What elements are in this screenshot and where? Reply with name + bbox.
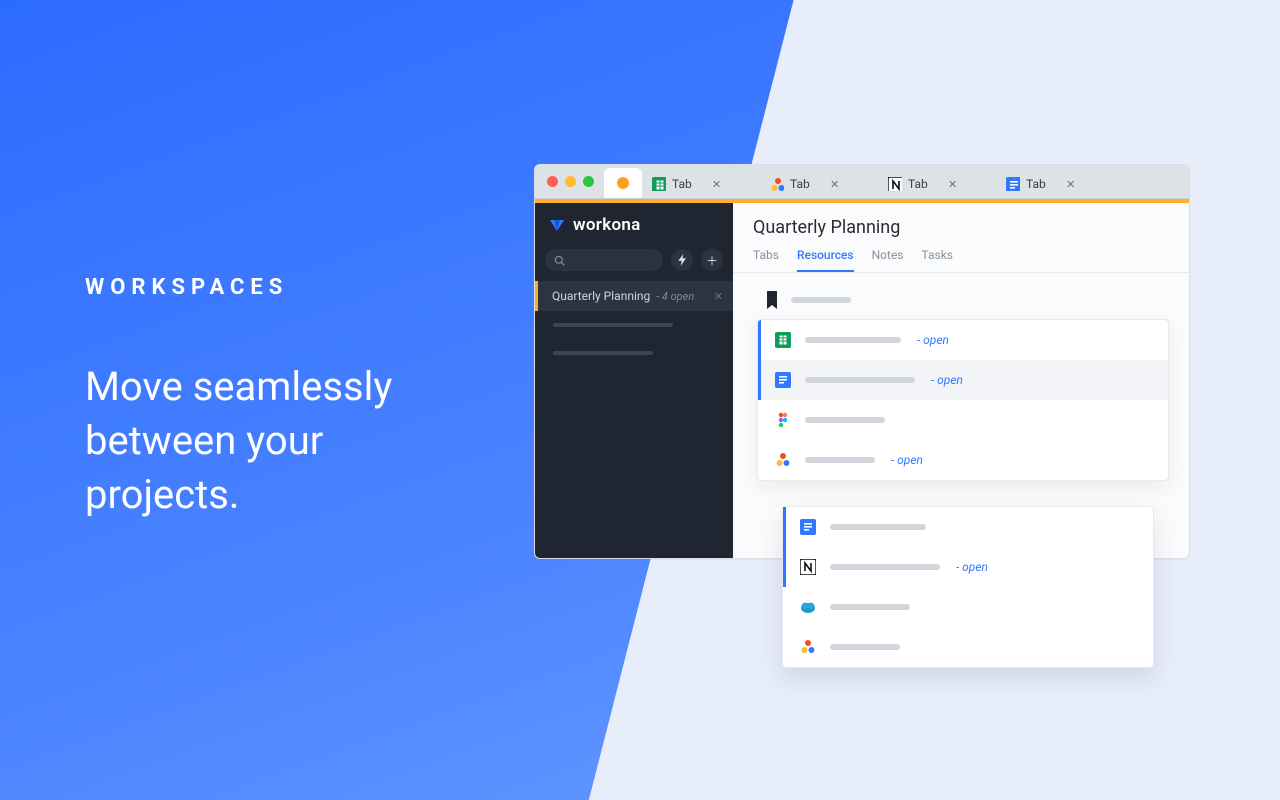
sidebar-placeholder-line <box>553 351 653 355</box>
sidebar-placeholder-line <box>553 323 673 327</box>
resource-row[interactable]: - open <box>758 320 1168 360</box>
workspace-name: Quarterly Planning <box>552 289 650 303</box>
open-badge: - open <box>891 453 923 467</box>
title-placeholder <box>830 564 940 570</box>
resource-row[interactable]: - open <box>758 440 1168 480</box>
workspace-main: Quarterly Planning Tabs Resources Notes … <box>733 203 1189 558</box>
sidebar-workspace-quarterly-planning[interactable]: Quarterly Planning - 4 open ✕ <box>535 281 733 311</box>
browser-tab-workona[interactable] <box>604 168 642 198</box>
headline-text: Move seamlessly between your projects. <box>85 360 392 522</box>
title-placeholder <box>805 377 915 383</box>
search-input[interactable] <box>545 249 663 271</box>
close-tab-icon[interactable]: ✕ <box>830 178 839 191</box>
close-window-icon[interactable] <box>547 176 558 187</box>
asana-icon <box>775 452 791 468</box>
add-workspace-button[interactable]: ＋ <box>701 249 723 271</box>
window-controls <box>543 165 602 198</box>
resources-section-header <box>753 285 1169 319</box>
browser-tab-bar: Tab ✕ Tab ✕ Tab ✕ Tab ✕ <box>535 165 1189 199</box>
page-title: Quarterly Planning <box>733 203 1189 244</box>
title-placeholder <box>805 417 885 423</box>
title-placeholder <box>830 524 926 530</box>
sidebar-toolbar: ＋ <box>535 245 733 281</box>
workspace-sub-tabs: Tabs Resources Notes Tasks <box>733 244 1189 273</box>
asana-icon <box>770 177 784 191</box>
open-badge: - open <box>931 373 963 387</box>
tab-notes[interactable]: Notes <box>872 248 904 272</box>
resource-row[interactable] <box>783 627 1153 667</box>
bookmark-icon <box>765 291 779 309</box>
browser-window: Tab ✕ Tab ✕ Tab ✕ Tab ✕ <box>534 164 1190 559</box>
figma-icon <box>775 412 791 428</box>
browser-tab-docs[interactable]: Tab ✕ <box>998 170 1114 198</box>
close-tab-icon[interactable]: ✕ <box>712 178 721 191</box>
tab-tabs[interactable]: Tabs <box>753 248 779 272</box>
open-badge: - open <box>956 560 988 574</box>
docs-icon <box>800 519 816 535</box>
eyebrow-text: WORKSPACES <box>85 275 392 300</box>
notion-icon <box>800 559 816 575</box>
tab-tasks[interactable]: Tasks <box>922 248 954 272</box>
sheets-icon <box>652 177 666 191</box>
sheets-icon <box>775 332 791 348</box>
resource-row[interactable] <box>783 587 1153 627</box>
resource-group: - open - open <box>757 319 1169 481</box>
title-placeholder <box>830 644 900 650</box>
workona-sidebar: workona ＋ Quarterly Planning - 4 open ✕ <box>535 203 733 558</box>
workona-dot-icon <box>617 177 629 189</box>
brand-name: workona <box>573 215 641 235</box>
browser-tab-notion[interactable]: Tab ✕ <box>880 170 996 198</box>
app-body: workona ＋ Quarterly Planning - 4 open ✕ <box>535 203 1189 558</box>
search-icon <box>554 255 565 266</box>
browser-tab-asana[interactable]: Tab ✕ <box>762 170 878 198</box>
workspace-open-count: - 4 open <box>656 290 694 303</box>
close-tab-icon[interactable]: ✕ <box>948 178 957 191</box>
bolt-icon <box>678 254 687 266</box>
asana-icon <box>800 639 816 655</box>
marketing-copy: WORKSPACES Move seamlessly between your … <box>85 275 392 522</box>
resources-pane: - open - open <box>733 273 1189 521</box>
section-title-placeholder <box>791 297 851 303</box>
title-placeholder <box>805 337 901 343</box>
workona-logo-icon <box>549 217 565 233</box>
docs-icon <box>1006 177 1020 191</box>
minimize-window-icon[interactable] <box>565 176 576 187</box>
maximize-window-icon[interactable] <box>583 176 594 187</box>
resource-row[interactable]: - open <box>783 547 1153 587</box>
resource-row[interactable] <box>783 507 1153 547</box>
salesforce-icon <box>800 599 816 615</box>
close-workspace-icon[interactable]: ✕ <box>714 290 723 303</box>
title-placeholder <box>830 604 910 610</box>
quick-action-button[interactable] <box>671 249 693 271</box>
resource-row[interactable]: - open <box>758 360 1168 400</box>
tab-resources[interactable]: Resources <box>797 248 854 272</box>
title-placeholder <box>805 457 875 463</box>
resource-group: - open <box>782 506 1154 668</box>
notion-icon <box>888 177 902 191</box>
close-tab-icon[interactable]: ✕ <box>1066 178 1075 191</box>
brand: workona <box>535 203 733 245</box>
promo-stage: WORKSPACES Move seamlessly between your … <box>0 0 1280 800</box>
docs-icon <box>775 372 791 388</box>
resource-row[interactable] <box>758 400 1168 440</box>
browser-tab-sheets[interactable]: Tab ✕ <box>644 170 760 198</box>
open-badge: - open <box>917 333 949 347</box>
